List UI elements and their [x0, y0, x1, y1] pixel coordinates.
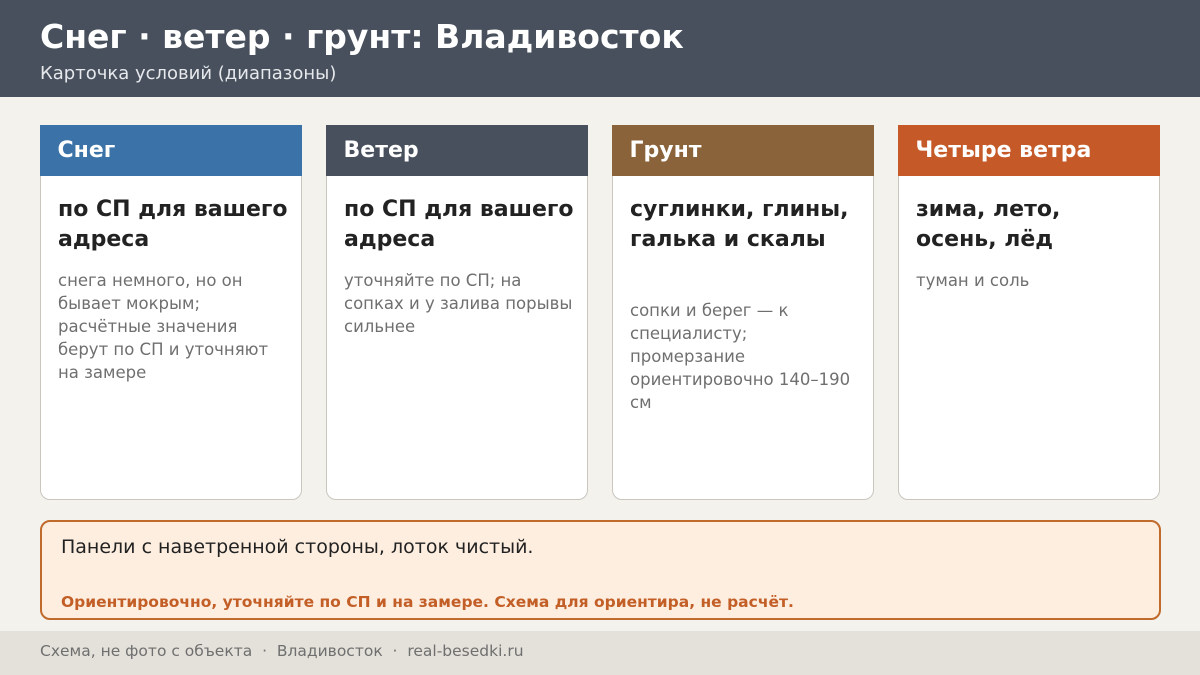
card-four-winds-value: зима, лето, осень, лёд	[916, 197, 1061, 252]
disclaimer-text: Ориентировочно, уточняйте по СП и на зам…	[61, 593, 794, 611]
advice-note: Панели с наветренной стороны, лоток чист…	[40, 520, 1161, 620]
page-title: Снег · ветер · грунт: Владивосток	[40, 17, 684, 56]
card-soil: Грунт суглинки, глины, галька и скалы со…	[611, 124, 874, 500]
card-snow-header: Снег	[39, 124, 302, 176]
header-bar: Снег · ветер · грунт: Владивосток Карточ…	[0, 0, 1200, 97]
card-wind-note: уточняйте по СП; на сопках и у залива по…	[344, 271, 573, 336]
card-soil-value: суглинки, глины, галька и скалы	[630, 197, 849, 252]
card-soil-header: Грунт	[611, 124, 874, 176]
card-wind-header: Ветер	[325, 124, 588, 176]
card-four-winds-header: Четыре ветра	[897, 124, 1160, 176]
page-subtitle: Карточка условий (диапазоны)	[40, 63, 337, 84]
footer-text: Схема, не фото с объекта · Владивосток ·…	[40, 642, 524, 660]
footer-bar: Схема, не фото с объекта · Владивосток ·…	[0, 631, 1200, 675]
card-snow-value: по СП для вашего адреса	[58, 197, 288, 252]
card-wind-value: по СП для вашего адреса	[344, 197, 574, 252]
card-wind: Ветер по СП для вашего адреса уточняйте …	[325, 124, 588, 500]
card-four-winds: Четыре ветра зима, лето, осень, лёд тума…	[897, 124, 1160, 500]
card-four-winds-note: туман и соль	[916, 271, 1030, 290]
card-snow-note: снега немного, но он бывает мокрым; расч…	[58, 271, 269, 382]
card-soil-note: сопки и берег — к специалисту; промерзан…	[630, 301, 851, 412]
card-snow: Снег по СП для вашего адреса снега немно…	[39, 124, 302, 500]
advice-text: Панели с наветренной стороны, лоток чист…	[61, 536, 534, 558]
